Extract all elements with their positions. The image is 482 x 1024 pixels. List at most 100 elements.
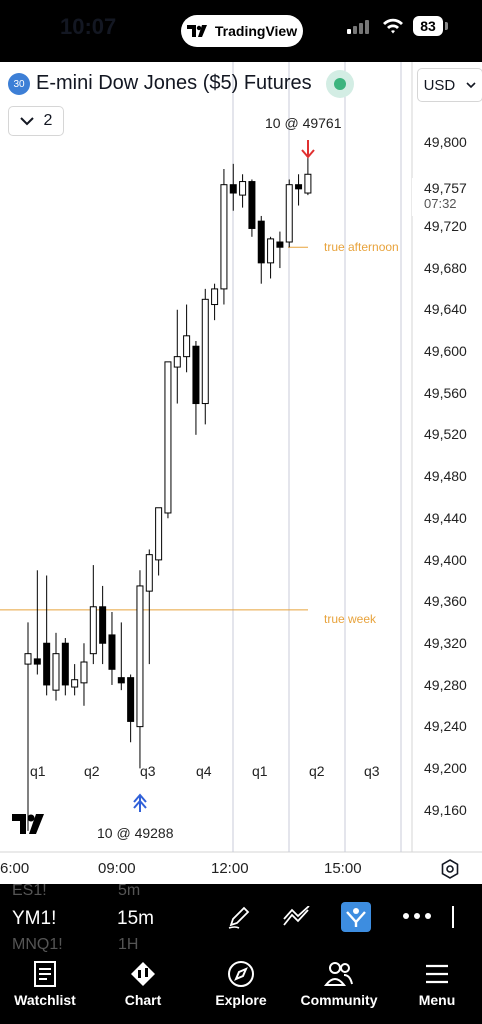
chart-icon — [131, 962, 155, 986]
candles-layer — [24, 150, 312, 831]
time-tick: 15:00 — [324, 860, 362, 877]
tab-chart[interactable]: Chart — [98, 952, 188, 1024]
candle[interactable] — [99, 606, 107, 644]
candle[interactable] — [220, 184, 228, 290]
candle[interactable] — [229, 184, 237, 194]
currency-select[interactable]: USD — [417, 68, 482, 102]
drawing-brush-icon[interactable] — [226, 904, 252, 930]
chart-settings-icon[interactable] — [441, 859, 459, 879]
price-tick: 49,200 — [424, 760, 467, 776]
price-tick: 49,680 — [424, 260, 467, 276]
quarter-label: q2 — [309, 763, 325, 779]
sell-arrow-icon — [301, 140, 315, 159]
candle[interactable] — [155, 507, 163, 561]
tab-label: Chart — [124, 992, 162, 1008]
candle[interactable] — [71, 679, 79, 688]
app-pill-label: TradingView — [214, 23, 298, 39]
candle[interactable] — [33, 658, 41, 665]
interval-badge[interactable]: 30 — [8, 73, 30, 95]
watchlist-icon — [34, 961, 56, 987]
candle[interactable] — [108, 634, 116, 670]
candle[interactable] — [145, 554, 153, 592]
candle[interactable] — [248, 181, 256, 229]
interval-picker-option[interactable]: 5m — [118, 882, 140, 900]
buy-trade-label: 10 @ 49288 — [97, 825, 174, 841]
true-afternoon-label: true afternoon — [324, 240, 399, 254]
chart-canvas[interactable] — [0, 62, 482, 884]
quarter-label: q2 — [84, 763, 100, 779]
price-tick: 49,360 — [424, 593, 467, 609]
interval-picker[interactable]: 15m — [117, 908, 154, 930]
replay-icon[interactable] — [341, 902, 371, 932]
more-options-icon[interactable] — [402, 912, 432, 920]
tab-label: Community — [300, 992, 378, 1008]
tab-explore[interactable]: Explore — [196, 952, 286, 1024]
price-tick: 49,240 — [424, 718, 467, 734]
menu-icon — [426, 964, 448, 984]
candle[interactable] — [80, 661, 88, 684]
chevron-down-icon — [19, 116, 34, 125]
tab-menu[interactable]: Menu — [392, 952, 482, 1024]
price-tick: 49,560 — [424, 385, 467, 401]
wifi-icon — [383, 18, 403, 34]
toolbar-scroll-indicator — [452, 906, 454, 928]
cellular-signal-icon — [347, 20, 369, 34]
candle[interactable] — [276, 241, 284, 248]
symbol-title[interactable]: E-mini Dow Jones ($5) Futures — [36, 72, 312, 95]
chevron-down-icon — [466, 81, 476, 88]
candle[interactable] — [89, 606, 97, 655]
tab-label: Watchlist — [14, 992, 76, 1008]
person-arrows-icon — [346, 908, 366, 927]
indicators-count: 2 — [43, 112, 53, 129]
candle[interactable] — [295, 184, 303, 190]
indicators-toggle[interactable]: 2 — [8, 106, 64, 136]
tradingview-logo-icon — [186, 25, 207, 37]
indicators-wave-icon[interactable] — [282, 906, 312, 928]
candle[interactable] — [201, 298, 209, 405]
price-tick: 49,160 — [424, 802, 467, 818]
sell-trade-label: 10 @ 49761 — [265, 115, 342, 131]
quarter-label: q1 — [30, 763, 46, 779]
candle[interactable] — [43, 642, 51, 686]
price-tick: 49,520 — [424, 426, 467, 442]
price-tick: 49,480 — [424, 468, 467, 484]
candle[interactable] — [192, 345, 200, 405]
currency-label: USD — [423, 76, 456, 94]
tab-watchlist[interactable]: Watchlist — [0, 952, 90, 1024]
price-tick: 49,800 — [424, 134, 467, 150]
candle[interactable] — [257, 220, 265, 264]
candle[interactable] — [61, 642, 69, 686]
candle[interactable] — [24, 653, 32, 665]
last-price-badge: 49,757 07:32 — [412, 178, 482, 216]
market-status-icon[interactable] — [326, 70, 354, 98]
candle[interactable] — [117, 677, 125, 684]
candle[interactable] — [285, 184, 293, 243]
last-price-value: 49,757 — [424, 180, 467, 196]
price-tick: 49,320 — [424, 635, 467, 651]
candle[interactable] — [304, 173, 312, 194]
price-tick: 49,600 — [424, 343, 467, 359]
tab-community[interactable]: Community — [294, 952, 384, 1024]
candle[interactable] — [239, 181, 247, 196]
candle[interactable] — [183, 335, 191, 358]
symbol-picker-option[interactable]: ES1! — [12, 882, 47, 900]
buy-arrow-icon — [133, 793, 147, 812]
candle[interactable] — [127, 677, 135, 722]
battery-indicator: 83 — [413, 16, 443, 36]
true-week-label: true week — [324, 612, 377, 626]
price-tick: 49,440 — [424, 510, 467, 526]
candle[interactable] — [164, 361, 172, 514]
tab-label: Explore — [215, 992, 267, 1008]
price-tick: 49,720 — [424, 218, 467, 234]
quarter-label: q3 — [364, 763, 380, 779]
candle[interactable] — [211, 288, 219, 306]
symbol-picker[interactable]: YM1! — [12, 908, 56, 930]
candle[interactable] — [173, 356, 181, 368]
time-tick: 6:00 — [0, 860, 30, 877]
candle[interactable] — [136, 585, 144, 728]
candle[interactable] — [52, 653, 60, 691]
community-icon — [324, 962, 353, 986]
candle[interactable] — [267, 238, 275, 264]
app-pill[interactable]: TradingView — [181, 15, 303, 47]
clock: 10:07 — [60, 14, 117, 39]
